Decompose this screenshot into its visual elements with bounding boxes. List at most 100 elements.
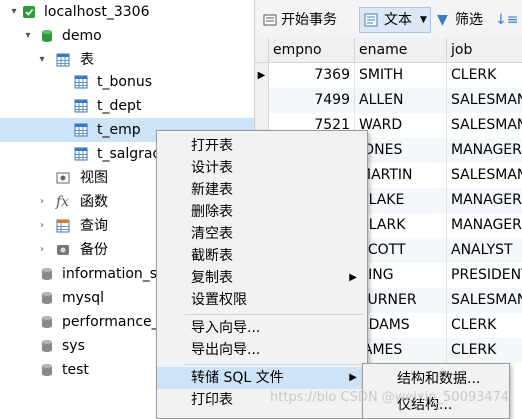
tree-tables-folder[interactable]: ▾ 表 — [0, 48, 254, 72]
tree-connection[interactable]: ▾ localhost_3306 — [0, 0, 254, 24]
watermark: https://blo CSDN @weixin_50093474 — [270, 390, 510, 405]
text-view-button[interactable]: 文本 ▼ — [359, 7, 431, 33]
text-view-label: 文本 — [384, 12, 412, 28]
table-icon — [74, 147, 88, 161]
table-cell[interactable]: MANAGER — [447, 188, 522, 213]
table-cell[interactable]: MANAGER — [447, 213, 522, 238]
menu-item-delete-table[interactable]: 删除表 — [157, 201, 367, 223]
menu-item-label: 删除表 — [191, 204, 233, 220]
tree-table-item[interactable]: t_dept — [0, 94, 254, 118]
view-icon — [56, 172, 70, 184]
column-header[interactable]: ename — [355, 38, 447, 63]
table-cell[interactable]: TURNER — [355, 288, 447, 313]
begin-transaction-label: 开始事务 — [281, 12, 337, 28]
submenu-item-structure-and-data[interactable]: 结构和数据... — [363, 366, 509, 392]
tree-database-label: test — [62, 362, 89, 378]
text-icon — [364, 13, 378, 27]
chevron-down-icon[interactable]: ▾ — [8, 0, 20, 24]
table-cell[interactable]: CLERK — [447, 338, 522, 363]
table-cell[interactable]: CLERK — [447, 313, 522, 338]
row-header-corner — [255, 38, 269, 63]
table-cell[interactable]: CLERK — [447, 63, 522, 88]
tree-database-label: mysql — [62, 290, 104, 306]
menu-item-label: 设置权限 — [191, 292, 247, 308]
begin-transaction-button[interactable]: 开始事务 — [261, 8, 351, 32]
menu-item-set-permissions[interactable]: 设置权限 — [157, 289, 367, 311]
table-cell[interactable]: WARD — [355, 113, 447, 138]
menu-separator — [185, 364, 363, 365]
submenu-arrow-icon: ▶ — [349, 372, 357, 383]
column-header[interactable]: job — [447, 38, 522, 63]
table-cell[interactable]: PRESIDENT — [447, 263, 522, 288]
tree-database-label: sys — [62, 338, 85, 354]
tree-backups-label: 备份 — [80, 242, 108, 258]
menu-item-copy-table[interactable]: 复制表 ▶ — [157, 267, 367, 289]
menu-item-empty-table[interactable]: 清空表 — [157, 223, 367, 245]
menu-item-label: 打印表 — [191, 392, 233, 408]
tree-views-label: 视图 — [80, 170, 108, 186]
table-cell[interactable]: MARTIN — [355, 163, 447, 188]
table-cell[interactable]: SALESMAN — [447, 163, 522, 188]
tree-table-item[interactable]: t_bonus — [0, 70, 254, 94]
tree-table-label: t_bonus — [97, 74, 152, 90]
table-cell[interactable]: ANALYST — [447, 238, 522, 263]
table-cell[interactable]: CLARK — [355, 213, 447, 238]
table-cell[interactable]: SALESMAN — [447, 88, 522, 113]
context-menu: 打开表 设计表 新建表 删除表 清空表 截断表 复制表 ▶ 设置权限 导入向导..… — [156, 130, 368, 419]
menu-item-truncate-table[interactable]: 截断表 — [157, 245, 367, 267]
table-cell[interactable]: MANAGER — [447, 138, 522, 163]
table-cell[interactable]: SALESMAN — [447, 113, 522, 138]
table-cell[interactable]: JAMES — [355, 338, 447, 363]
query-icon — [56, 219, 70, 233]
menu-item-new-table[interactable]: 新建表 — [157, 179, 367, 201]
current-row-marker[interactable]: ▶ — [255, 63, 269, 88]
table-row[interactable]: ▶ 7369 SMITH CLERK — [255, 63, 522, 88]
filter-label: 筛选 — [455, 12, 483, 28]
table-cell[interactable]: KING — [355, 263, 447, 288]
database-icon — [42, 30, 52, 42]
table-cell[interactable]: BLAKE — [355, 188, 447, 213]
table-cell[interactable]: SMITH — [355, 63, 447, 88]
database-icon — [42, 316, 52, 328]
table-cell[interactable]: SCOTT — [355, 238, 447, 263]
sort-button[interactable]: ↓≡ — [495, 8, 521, 32]
tree-queries-label: 查询 — [80, 218, 108, 234]
dropdown-arrow-icon[interactable]: ▼ — [420, 8, 427, 32]
menu-item-label: 导出向导... — [191, 342, 261, 358]
table-icon — [74, 99, 88, 113]
table-icon — [74, 75, 88, 89]
chevron-down-icon[interactable]: ▾ — [22, 24, 34, 48]
table-cell[interactable]: ALLEN — [355, 88, 447, 113]
toolbar: 开始事务 文本 ▼ ▼ 筛选 ↓≡ — [255, 0, 522, 39]
menu-item-export-wizard[interactable]: 导出向导... — [157, 339, 367, 361]
menu-item-design-table[interactable]: 设计表 — [157, 157, 367, 179]
table-cell[interactable]: 7369 — [269, 63, 355, 88]
menu-item-label: 导入向导... — [191, 320, 261, 336]
row-header[interactable] — [255, 88, 269, 113]
tree-table-label: t_dept — [97, 98, 142, 114]
database-icon — [42, 340, 52, 352]
table-cell[interactable]: JONES — [355, 138, 447, 163]
table-cell[interactable]: ADAMS — [355, 313, 447, 338]
table-cell[interactable]: SALESMAN — [447, 288, 522, 313]
menu-item-dump-sql[interactable]: 转储 SQL 文件 ▶ — [157, 367, 367, 389]
tree-database-label: demo — [62, 28, 102, 44]
chevron-down-icon[interactable]: ▾ — [36, 48, 48, 72]
table-cell[interactable]: 7499 — [269, 88, 355, 113]
menu-item-label: 清空表 — [191, 226, 233, 242]
function-icon: fx — [56, 194, 70, 210]
column-header[interactable]: empno — [269, 38, 355, 63]
menu-item-label: 截断表 — [191, 248, 233, 264]
menu-separator — [185, 314, 363, 315]
chevron-right-icon[interactable]: › — [36, 190, 48, 214]
filter-button[interactable]: ▼ 筛选 — [435, 8, 491, 32]
table-row[interactable]: 7499 ALLEN SALESMAN — [255, 88, 522, 113]
menu-item-open-table[interactable]: 打开表 — [157, 135, 367, 157]
chevron-right-icon[interactable]: › — [36, 238, 48, 262]
menu-item-label: 转储 SQL 文件 — [191, 370, 284, 386]
table-folder-icon — [56, 53, 70, 67]
backup-icon — [57, 245, 69, 255]
tree-database-demo[interactable]: ▾ demo — [0, 24, 254, 48]
chevron-right-icon[interactable]: › — [36, 214, 48, 238]
menu-item-import-wizard[interactable]: 导入向导... — [157, 317, 367, 339]
